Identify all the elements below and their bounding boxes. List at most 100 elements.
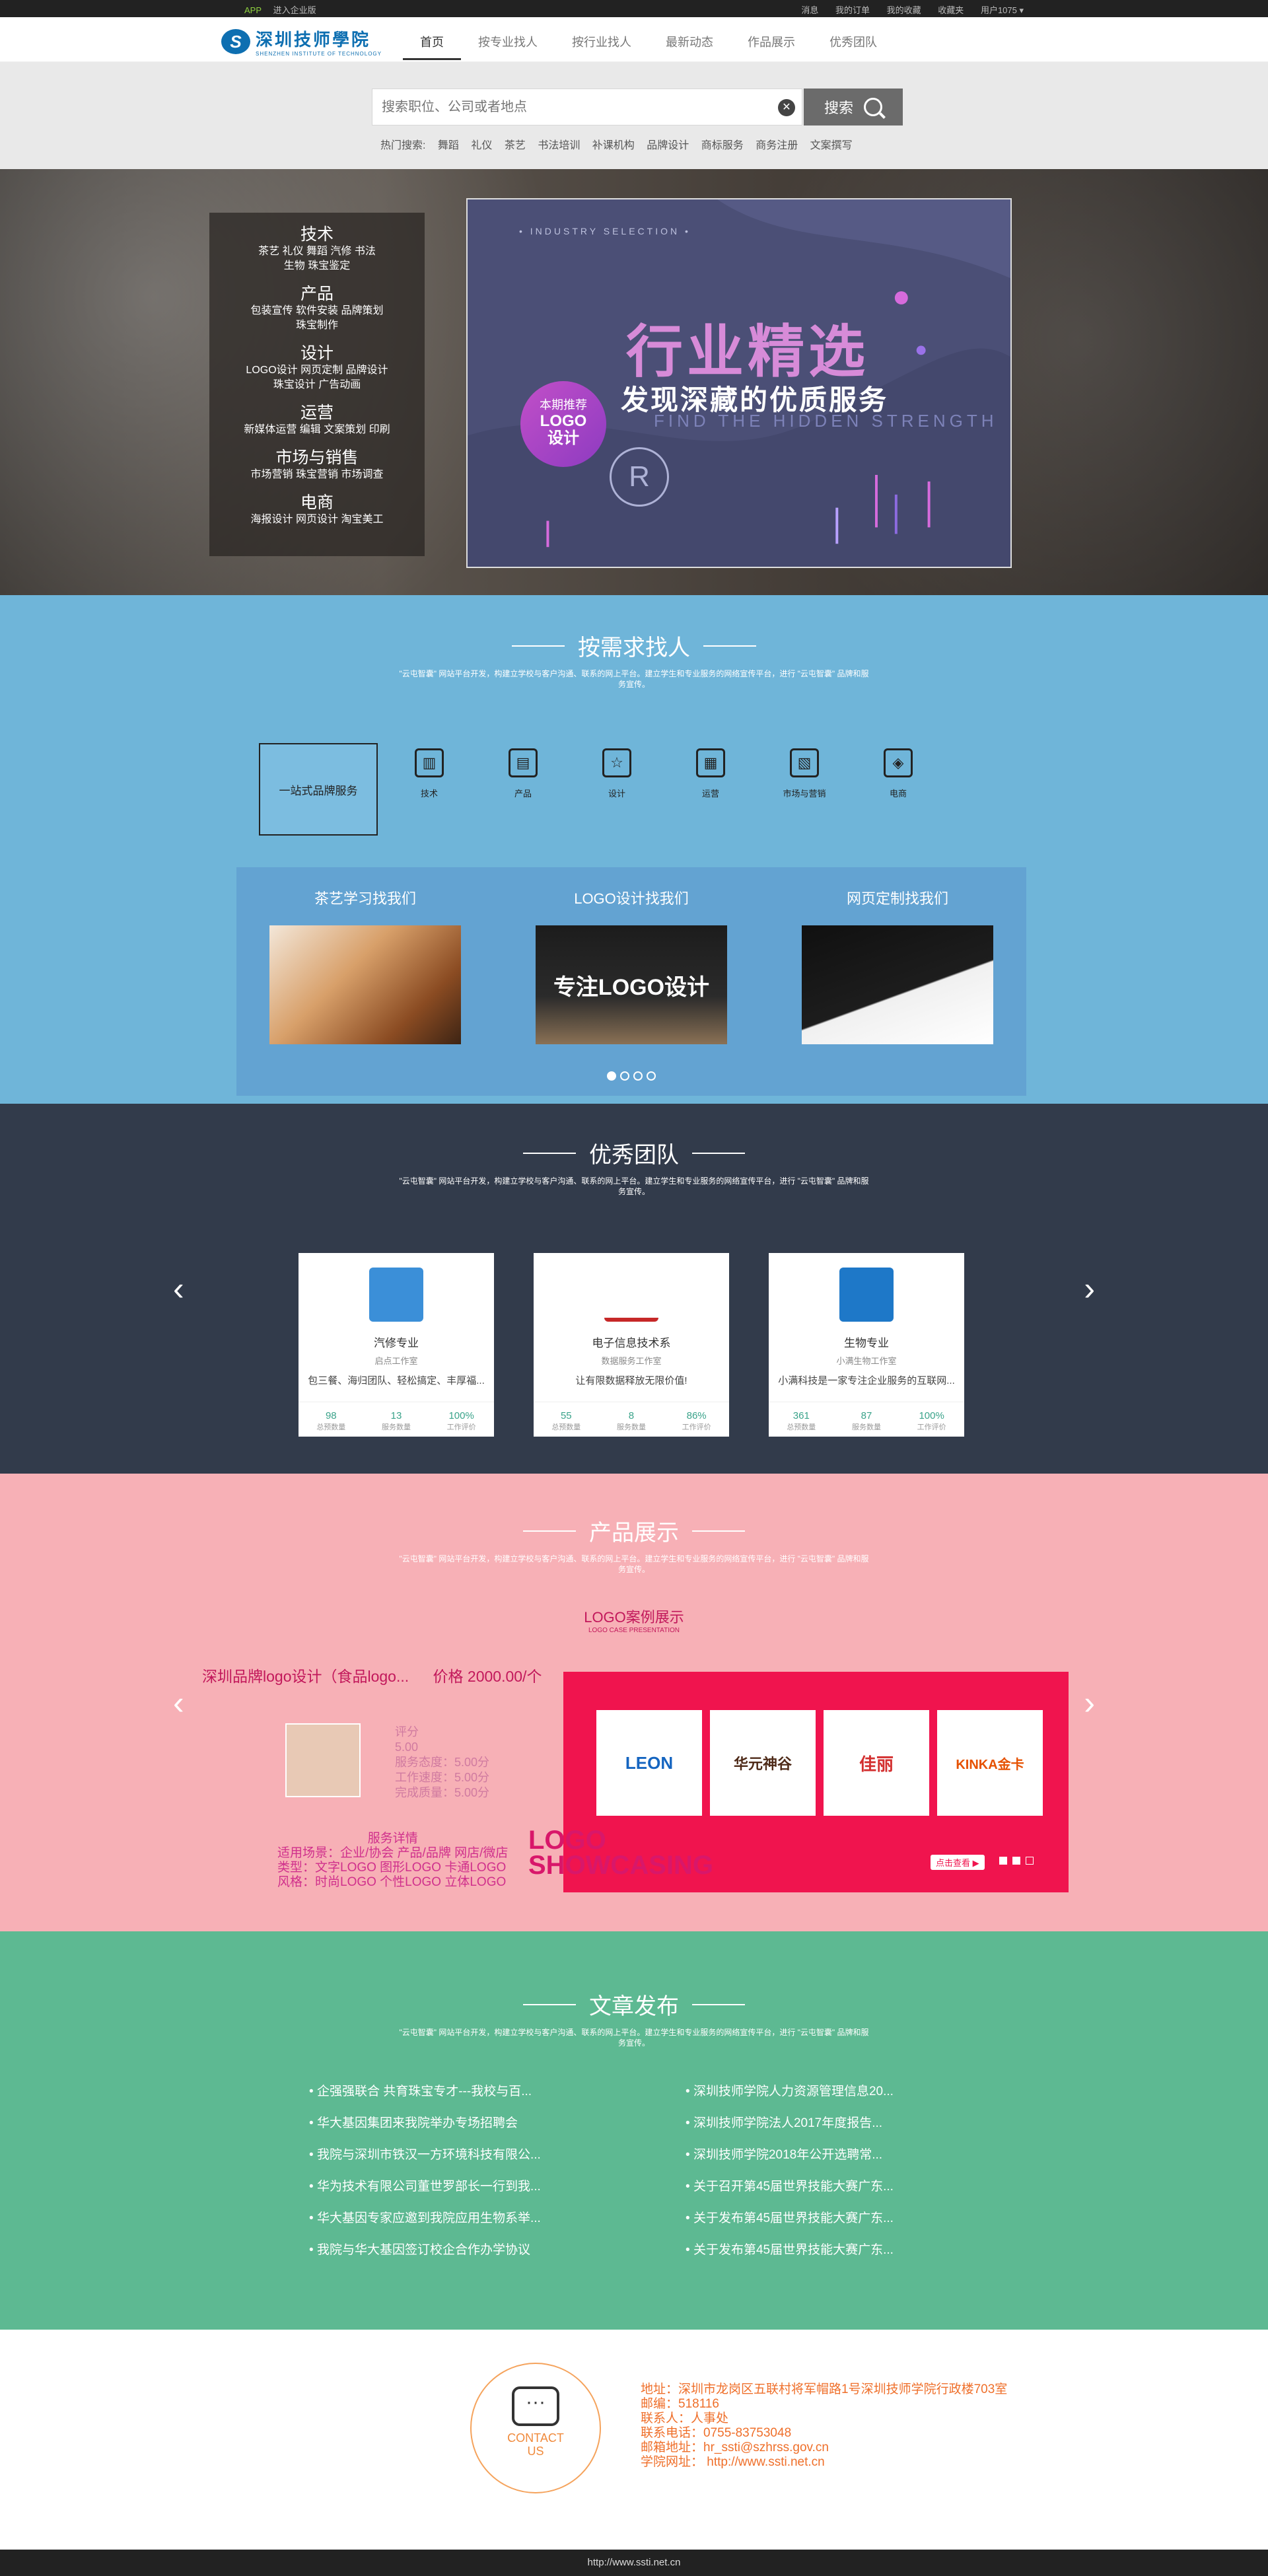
email[interactable]: 邮箱地址：hr_ssti@szhrss.gov.cn [641, 2441, 1007, 2455]
service-marketing[interactable]: ▧ 市场与营销 [762, 748, 847, 799]
team-card[interactable]: 生物专业 小满生物工作室 小满科技是一家专注企业服务的互联网... 361 总预数… [769, 1253, 964, 1437]
detail-line: 适用场景：企业/协会 产品/品牌 网店/微店 [277, 1846, 509, 1860]
footer-url[interactable]: http://www.ssti.net.cn [588, 2557, 681, 2568]
site-logo[interactable]: S 深圳技师學院 SHENZHEN INSTITUTE OF TECHNOLOG… [221, 26, 382, 57]
nav-menu: 首页 按专业找人 按行业找人 最新动态 作品展示 优秀团队 [403, 26, 894, 60]
rating-score: 5.00 [395, 1740, 419, 1754]
news-item[interactable]: 关于发布第45届世界技能大赛广东... [686, 2210, 969, 2227]
chat-bubble-icon: ··· [512, 2386, 559, 2426]
enterprise-link[interactable]: 进入企业版 [273, 5, 316, 15]
category-ecommerce[interactable]: 电商 海报设计 网页设计 淘宝美工 [209, 493, 425, 527]
category-product[interactable]: 产品 包装宣传 软件安装 品牌策划 珠宝制作 [209, 284, 425, 333]
marketing-icon: ▧ [790, 748, 819, 777]
rating-label: 评分 [395, 1725, 419, 1738]
clear-icon[interactable]: ✕ [778, 99, 795, 116]
one-stop-brand-service[interactable]: 一站式品牌服务 [259, 743, 387, 845]
collection-link[interactable]: 收藏夹 [938, 5, 964, 15]
hot-item[interactable]: 茶艺 [505, 140, 526, 151]
case-card[interactable]: 网页定制找我们 [802, 887, 993, 1044]
hot-item[interactable]: 舞蹈 [438, 140, 459, 151]
detail-heading: 服务详情 [367, 1832, 418, 1845]
badge-top: 本期推荐 [540, 398, 587, 411]
hero-banner[interactable]: • INDUSTRY SELECTION • 行业精选 发现深藏的优质服务 FI… [466, 198, 1012, 568]
category-design[interactable]: 设计 LOGO设计 网页定制 品牌设计 珠宝设计 广告动画 [209, 343, 425, 392]
prev-arrow-icon[interactable]: ‹ [173, 1272, 184, 1305]
app-link[interactable]: APP [244, 5, 262, 15]
messages-link[interactable]: 消息 [801, 5, 818, 15]
nav-teams[interactable]: 优秀团队 [812, 26, 894, 60]
carousel-dot[interactable] [647, 1071, 656, 1081]
hot-item[interactable]: 补课机构 [592, 140, 635, 151]
news-item[interactable]: 深圳技师学院人力资源管理信息20... [686, 2083, 969, 2100]
news-item[interactable]: 关于发布第45届世界技能大赛广东... [686, 2242, 969, 2259]
team-desc: 让有限数据释放无限价值! [575, 1375, 687, 1386]
hot-item[interactable]: 书法培训 [538, 140, 580, 151]
hot-label: 热门搜索: [380, 140, 426, 151]
slide-dot[interactable] [1026, 1857, 1034, 1865]
news-item[interactable]: 华为技术有限公司董世罗部长一行到我... [309, 2178, 686, 2196]
case-card[interactable]: 茶艺学习找我们 [269, 887, 461, 1044]
news-item[interactable]: 深圳技师学院2018年公开选聘常... [686, 2147, 969, 2164]
hot-item[interactable]: 商务注册 [756, 140, 798, 151]
team-studio: 启点工作室 [374, 1356, 418, 1366]
news-item[interactable]: 华大基因集团来我院举办专场招聘会 [309, 2115, 686, 2132]
slide-dot[interactable] [999, 1857, 1007, 1865]
news-item[interactable]: 深圳技师学院法人2017年度报告... [686, 2115, 969, 2132]
team-name: 电子信息技术系 [592, 1337, 671, 1349]
service-product[interactable]: ▤ 产品 [481, 748, 565, 799]
news-item[interactable]: 我院与深圳市铁汉一方环境科技有限公... [309, 2147, 686, 2164]
main-nav: S 深圳技师學院 SHENZHEN INSTITUTE OF TECHNOLOG… [0, 17, 1268, 62]
search-input[interactable] [372, 89, 756, 125]
registered-icon: R [610, 447, 669, 507]
team-card[interactable]: 电子信息技术系 数据服务工作室 让有限数据释放无限价值! 55 总预数量 8 服务数… [534, 1253, 729, 1437]
nav-works[interactable]: 作品展示 [730, 26, 812, 60]
stat: 13 服务数量 [381, 1410, 411, 1431]
case-card[interactable]: LOGO设计找我们 专注LOGO设计 [536, 887, 727, 1044]
service-ecommerce[interactable]: ◈ 电商 [856, 748, 940, 799]
case-title: 茶艺学习找我们 [314, 890, 416, 907]
news-item[interactable]: 我院与华大基因签订校企合作办学协议 [309, 2242, 686, 2259]
category-line: LOGO设计 网页定制 品牌设计 [246, 365, 388, 376]
hot-item[interactable]: 礼仪 [471, 140, 492, 151]
category-tech[interactable]: 技术 茶艺 礼仪 舞蹈 汽修 书法 生物 珠宝鉴定 [209, 225, 425, 273]
next-arrow-icon[interactable]: › [1084, 1686, 1095, 1719]
stat: 100% 工作评价 [917, 1410, 946, 1431]
favorites-link[interactable]: 我的收藏 [887, 5, 921, 15]
category-line: 海报设计 网页设计 淘宝美工 [250, 514, 384, 525]
service-tech[interactable]: ▥ 技术 [387, 748, 472, 799]
nav-by-major[interactable]: 按专业找人 [461, 26, 555, 60]
service-design[interactable]: ☆ 设计 [575, 748, 659, 799]
category-marketing[interactable]: 市场与销售 市场营销 珠宝营销 市场调查 [209, 448, 425, 482]
category-operation[interactable]: 运营 新媒体运营 编辑 文案策划 印刷 [209, 403, 425, 437]
nav-home[interactable]: 首页 [403, 26, 461, 60]
news-item[interactable]: 企强强联合 共育珠宝专才---我校与百... [309, 2083, 686, 2100]
search-button[interactable]: 搜索 [804, 89, 903, 125]
carousel-dot[interactable] [607, 1071, 616, 1081]
website[interactable]: 学院网址： http://www.ssti.net.cn [641, 2455, 1007, 2470]
logo-sample: KINKA金卡 [937, 1710, 1043, 1816]
orders-link[interactable]: 我的订单 [835, 5, 870, 15]
carousel-dot[interactable] [620, 1071, 629, 1081]
news-item[interactable]: 华大基因专家应邀到我院应用生物系举... [309, 2210, 686, 2227]
hot-item[interactable]: 品牌设计 [647, 140, 689, 151]
operation-icon: ▦ [696, 748, 725, 777]
prev-arrow-icon[interactable]: ‹ [173, 1686, 184, 1719]
slide-dot[interactable] [1012, 1857, 1020, 1865]
hot-item[interactable]: 商标服务 [701, 140, 744, 151]
section-title: 优秀团队 [523, 1137, 745, 1169]
stat: 98 总预数量 [316, 1410, 346, 1431]
hot-item[interactable]: 文案撰写 [810, 140, 853, 151]
product-row[interactable]: 深圳品牌logo设计（食品logo... 价格 2000.00/个 [202, 1664, 542, 1686]
nav-news[interactable]: 最新动态 [649, 26, 730, 60]
category-line: 茶艺 礼仪 舞蹈 汽修 书法 [258, 246, 376, 257]
user-menu[interactable]: 用户1075 ▾ [981, 5, 1024, 15]
service-label: 电商 [889, 789, 907, 799]
nav-by-industry[interactable]: 按行业找人 [555, 26, 649, 60]
view-more-button[interactable]: 点击查看 ▶ [931, 1855, 985, 1870]
next-arrow-icon[interactable]: › [1084, 1272, 1095, 1305]
carousel-dot[interactable] [633, 1071, 643, 1081]
news-item[interactable]: 关于召开第45届世界技能大赛广东... [686, 2178, 969, 2196]
service-operation[interactable]: ▦ 运营 [668, 748, 753, 799]
team-card[interactable]: 汽修专业 启点工作室 包三餐、海归团队、轻松搞定、丰厚福... 98 总预数量 1… [299, 1253, 494, 1437]
contact-us-circle[interactable]: ··· CONTACT US [470, 2363, 601, 2493]
